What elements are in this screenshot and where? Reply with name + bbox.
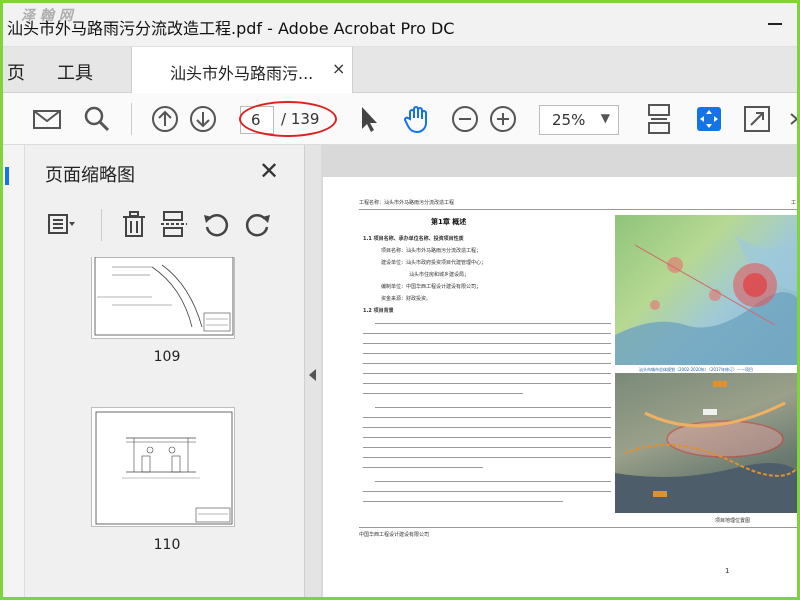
- text-line: [363, 363, 611, 364]
- trash-icon[interactable]: [119, 209, 149, 239]
- footer-rule: [359, 527, 797, 528]
- tab-document[interactable]: 汕头市外马路雨污... ×: [131, 47, 353, 93]
- text-line: [363, 501, 563, 502]
- doc-line: 汕头市住房和城乡建设局；: [409, 272, 470, 278]
- title-bar: 泽 翰 网 汕头市外马路雨污分流改造工程.pdf - Adobe Acrobat…: [3, 3, 797, 47]
- aerial-location-map: [615, 373, 797, 513]
- select-cursor-icon[interactable]: [353, 103, 385, 135]
- doc-page-number: 1: [725, 567, 730, 575]
- text-line: [363, 491, 611, 492]
- chapter-title: 第1章 概述: [431, 218, 467, 226]
- doc-header-right: 工: [791, 200, 797, 206]
- text-line: [375, 323, 611, 324]
- close-icon[interactable]: ✕: [259, 157, 279, 185]
- text-line: [363, 333, 611, 334]
- chevron-left-icon: [309, 369, 316, 381]
- zoom-select[interactable]: 25% ▼: [539, 105, 619, 135]
- text-line: [363, 343, 611, 344]
- panel-title: 页面缩略图: [45, 165, 135, 186]
- section-heading: 1.1 项目名称、承办单位名称、投资项目性质: [363, 236, 464, 242]
- prev-page-icon[interactable]: [149, 103, 181, 135]
- doc-line: 编制单位：中国华西工程设计建设有限公司；: [381, 284, 482, 290]
- page-109-drawing: [94, 257, 234, 336]
- map2-caption: 项目地理位置图: [715, 518, 751, 524]
- collapse-panel-handle[interactable]: [305, 145, 321, 597]
- thumbnail-tools: [25, 201, 305, 247]
- fullscreen-icon[interactable]: [741, 103, 773, 135]
- header-rule: [359, 209, 797, 210]
- tab-bar: 页 工具 汕头市外马路雨污... ×: [3, 47, 797, 93]
- annotation-oval: [239, 101, 337, 137]
- document-page: 工程名称：汕头市外马路雨污分流改造工程 工 第1章 概述 1.1 项目名称、承办…: [323, 177, 797, 597]
- text-line: [363, 417, 611, 418]
- text-line: [363, 373, 611, 374]
- chevron-down-icon: ▼: [600, 111, 610, 125]
- doc-line: 资金来源：财政投资。: [381, 296, 432, 302]
- text-line: [363, 427, 611, 428]
- search-icon[interactable]: [81, 103, 113, 135]
- zoom-value: 25%: [552, 111, 586, 129]
- fit-width-icon[interactable]: [643, 103, 675, 135]
- text-line: [363, 353, 611, 354]
- extract-pages-icon[interactable]: [159, 209, 189, 239]
- next-page-icon[interactable]: [187, 103, 219, 135]
- thumbnail-page-109[interactable]: [91, 257, 235, 339]
- menu-tools[interactable]: 工具: [57, 59, 93, 85]
- fit-page-icon[interactable]: [693, 103, 725, 135]
- document-viewport: 工程名称：汕头市外马路雨污分流改造工程 工 第1章 概述 1.1 项目名称、承办…: [321, 145, 797, 597]
- text-line: [363, 447, 611, 448]
- left-nav-strip: [3, 145, 25, 597]
- tab-label: 汕头市外马路雨污...: [170, 64, 314, 83]
- mail-icon[interactable]: [31, 103, 63, 135]
- options-menu-icon[interactable]: [47, 209, 77, 239]
- doc-line: 项目名称：汕头市外马路雨污分流改造工程；: [381, 248, 482, 254]
- rotate-right-icon[interactable]: [243, 209, 273, 239]
- active-panel-indicator: [5, 167, 9, 185]
- text-line: [363, 457, 611, 458]
- toolbar-divider: [131, 103, 132, 135]
- thumbnail-panel: 页面缩略图 ✕ 109 110: [25, 145, 315, 597]
- doc-header-left: 工程名称：汕头市外马路雨污分流改造工程: [359, 200, 455, 206]
- hand-tool-icon[interactable]: [401, 103, 433, 135]
- text-line: [375, 407, 611, 408]
- rotate-left-icon[interactable]: [201, 209, 231, 239]
- text-line: [363, 383, 611, 384]
- doc-footer-left: 中国华西工程设计建设有限公司: [359, 532, 430, 538]
- thumbnail-page-number: 110: [153, 537, 181, 553]
- acrobat-window: 泽 翰 网 汕头市外马路雨污分流改造工程.pdf - Adobe Acrobat…: [0, 0, 800, 600]
- toolbar: 6 / 139 25% ▼: [3, 93, 797, 145]
- section-heading: 1.2 项目背景: [363, 308, 394, 314]
- tab-close-icon[interactable]: ×: [332, 59, 345, 78]
- text-line: [363, 467, 483, 468]
- zoom-in-icon[interactable]: [487, 103, 519, 135]
- menu-home[interactable]: 页: [7, 59, 25, 85]
- zoom-out-icon[interactable]: [449, 103, 481, 135]
- thumbnail-page-110[interactable]: [91, 407, 235, 527]
- page-110-drawing: [95, 411, 233, 525]
- text-line: [375, 481, 611, 482]
- text-line: [363, 437, 611, 438]
- doc-line: 建设单位：汕头市政府投资项目代建管理中心；: [381, 260, 487, 266]
- window-title: 汕头市外马路雨污分流改造工程.pdf - Adobe Acrobat Pro D…: [7, 19, 455, 38]
- minimize-icon[interactable]: [768, 23, 782, 25]
- thumbnail-list: 109 110: [43, 257, 293, 597]
- thumbnail-page-number: 109: [153, 349, 181, 365]
- text-line: [363, 393, 523, 394]
- tools-divider: [101, 209, 102, 241]
- city-plan-map: [615, 215, 797, 365]
- more-tools-icon[interactable]: [789, 103, 797, 135]
